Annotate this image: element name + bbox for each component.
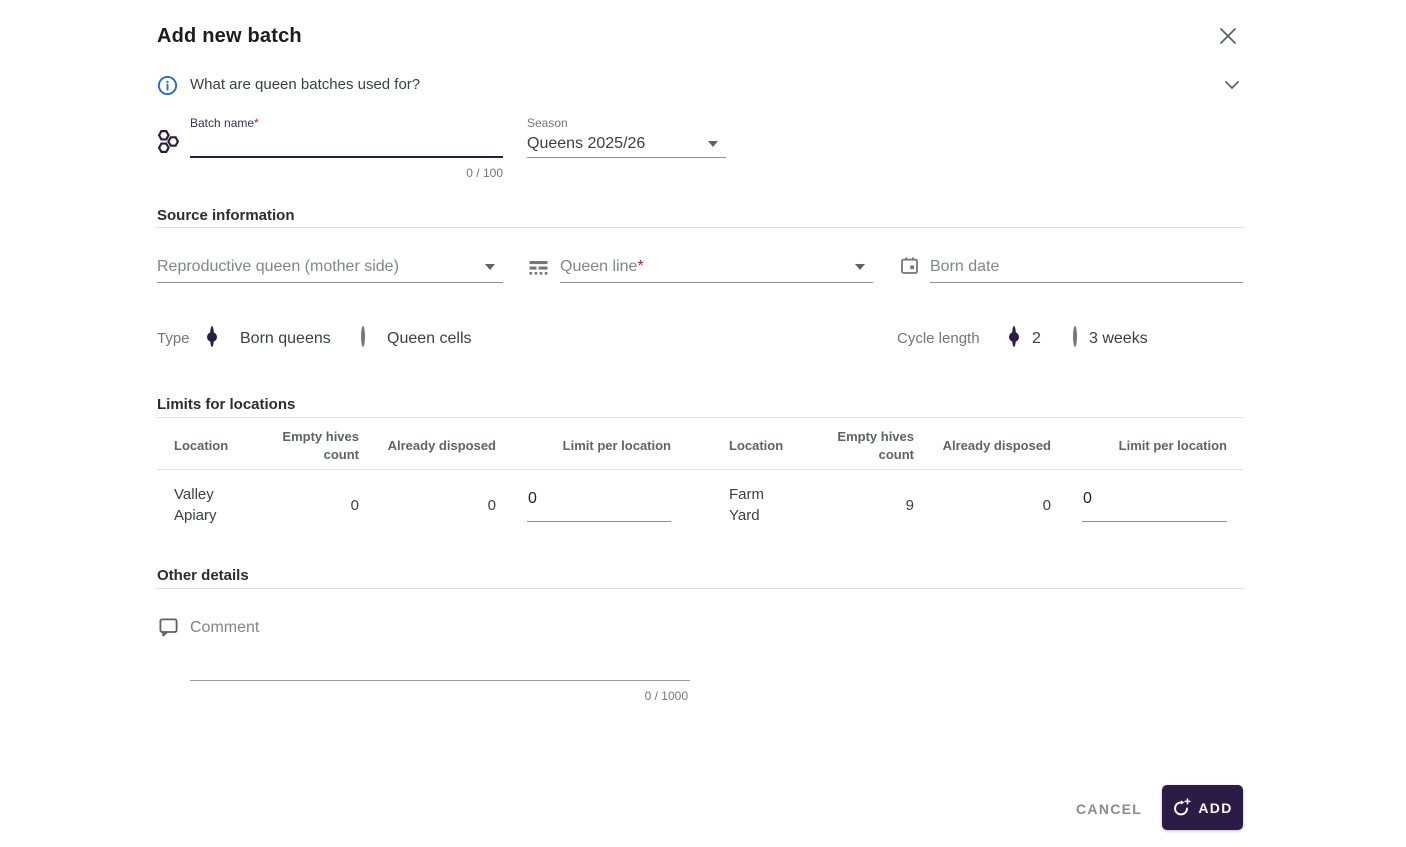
- chevron-down-icon[interactable]: [1224, 80, 1240, 90]
- queen-line-icon: [529, 258, 548, 277]
- info-icon: [157, 75, 178, 96]
- cell-already-disposed: 0: [1042, 496, 1051, 514]
- season-select[interactable]: Queens 2025/26: [527, 133, 726, 155]
- cell-limit: 0: [1051, 477, 1227, 533]
- calendar-icon: [900, 256, 919, 275]
- col-location: Location: [729, 438, 784, 454]
- source-section-heading: Source information: [157, 207, 295, 224]
- cell-location: Farm Yard: [729, 486, 764, 524]
- dropdown-caret-icon: [855, 264, 865, 270]
- born-date-placeholder: Born date: [930, 258, 1000, 275]
- other-section-heading: Other details: [157, 567, 249, 584]
- radio-cycle-3-weeks[interactable]: [1073, 326, 1077, 347]
- season-underline: [527, 157, 726, 158]
- add-button[interactable]: ADD: [1162, 785, 1243, 830]
- radio-queen-cells[interactable]: [361, 326, 365, 347]
- source-type-value: Reproductive queen (mother side): [157, 258, 399, 275]
- source-type-select[interactable]: Reproductive queen (mother side): [157, 256, 503, 278]
- comment-input[interactable]: Comment: [190, 617, 690, 675]
- comment-icon: [158, 616, 179, 637]
- limit-input[interactable]: 0: [1082, 489, 1227, 522]
- dropdown-caret-icon: [708, 141, 718, 147]
- comment-placeholder: Comment: [190, 619, 260, 636]
- cell-limit: 0: [496, 477, 671, 533]
- col-already-disposed: Already disposed: [387, 438, 496, 454]
- col-empty-hives: Empty hives count: [837, 429, 914, 462]
- cell-already-disposed: 0: [487, 496, 496, 514]
- col-location: Location: [174, 438, 229, 454]
- limits-table-header-left: Location Empty hives count Already dispo…: [157, 424, 671, 468]
- limits-table-header-right: Location Empty hives count Already dispo…: [712, 424, 1243, 468]
- col-empty-hives: Empty hives count: [282, 429, 359, 462]
- col-already-disposed: Already disposed: [942, 438, 1051, 454]
- required-asterisk: *: [637, 258, 644, 275]
- batch-name-underline: [190, 156, 503, 158]
- required-asterisk: *: [254, 116, 259, 130]
- dialog-title: Add new batch: [157, 25, 302, 47]
- comment-counter: 0 / 1000: [644, 689, 688, 703]
- radio-cycle-2[interactable]: [1012, 326, 1016, 347]
- add-button-label: ADD: [1198, 799, 1233, 816]
- cell-empty-hives: 9: [905, 496, 914, 514]
- dropdown-caret-icon: [485, 264, 495, 270]
- section-divider: [157, 417, 1243, 418]
- radio-cycle-2-label[interactable]: 2: [1032, 329, 1041, 349]
- season-value: Queens 2025/26: [527, 135, 646, 152]
- cell-empty-hives: 0: [350, 496, 359, 514]
- col-limit-per-location: Limit per location: [562, 438, 671, 454]
- cancel-button[interactable]: CANCEL: [1066, 793, 1152, 825]
- queen-line-placeholder: Queen line*: [560, 258, 644, 275]
- add-refresh-plus-icon: [1172, 798, 1191, 817]
- table-header-divider: [157, 469, 1243, 470]
- section-divider: [157, 588, 1243, 589]
- cell-location: Valley Apiary: [174, 486, 217, 524]
- info-banner[interactable]: What are queen batches used for?: [157, 72, 1243, 98]
- close-button[interactable]: [1214, 22, 1242, 50]
- source-type-underline: [157, 282, 503, 283]
- radio-born-queens[interactable]: [210, 326, 214, 347]
- add-batch-dialog: Add new batch What are queen batches use…: [0, 0, 1406, 847]
- season-label: Season: [527, 116, 568, 130]
- type-group-label: Type: [157, 330, 190, 347]
- radio-cycle-3-weeks-label[interactable]: 3 weeks: [1089, 329, 1148, 349]
- comment-underline: [190, 680, 690, 681]
- batch-name-input[interactable]: [190, 130, 503, 156]
- section-divider: [157, 227, 1243, 228]
- born-date-underline: [930, 282, 1243, 283]
- radio-queen-cells-label[interactable]: Queen cells: [387, 329, 472, 349]
- close-icon: [1217, 25, 1239, 47]
- queen-line-select[interactable]: Queen line*: [560, 256, 873, 278]
- col-limit-per-location: Limit per location: [1118, 438, 1227, 454]
- radio-born-queens-label[interactable]: Born queens: [240, 329, 331, 349]
- cycle-length-label: Cycle length: [897, 330, 980, 347]
- info-banner-text: What are queen batches used for?: [190, 76, 421, 93]
- limit-input[interactable]: 0: [527, 489, 671, 522]
- born-date-field[interactable]: Born date: [930, 256, 1243, 278]
- batch-name-label: Batch name*: [190, 116, 259, 130]
- queen-line-underline: [560, 282, 873, 283]
- batch-name-counter: 0 / 100: [466, 166, 503, 180]
- table-row: Valley Apiary 0 0 0: [157, 477, 671, 533]
- table-row: Farm Yard 9 0 0: [712, 477, 1243, 533]
- batch-hive-cells-icon: [155, 128, 182, 155]
- limits-section-heading: Limits for locations: [157, 396, 296, 413]
